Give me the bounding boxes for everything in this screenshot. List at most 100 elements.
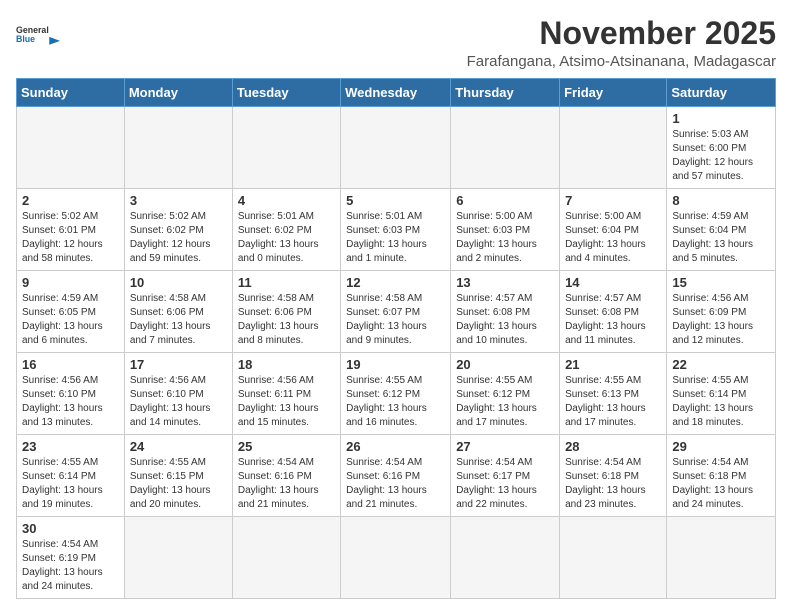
day-number: 19	[346, 357, 445, 372]
day-number: 4	[238, 193, 335, 208]
generalblue-logo: General Blue	[16, 16, 60, 52]
day-cell: 22 Sunrise: 4:55 AM Sunset: 6:14 PM Dayli…	[667, 353, 776, 435]
day-info: Sunrise: 4:54 AM Sunset: 6:18 PM Dayligh…	[672, 456, 770, 512]
day-number: 20	[456, 357, 554, 372]
logo: General Blue	[16, 16, 60, 52]
day-cell: 1Sunrise: 5:03 AM Sunset: 6:00 PM Daylig…	[667, 107, 776, 189]
day-cell: 19 Sunrise: 4:55 AM Sunset: 6:12 PM Dayli…	[341, 353, 451, 435]
location-title: Farafangana, Atsimo-Atsinanana, Madagasc…	[467, 53, 776, 70]
day-cell: 20 Sunrise: 4:55 AM Sunset: 6:12 PM Dayli…	[451, 353, 560, 435]
day-info: Sunrise: 5:00 AM Sunset: 6:03 PM Dayligh…	[456, 210, 554, 266]
day-info: Sunrise: 4:57 AM Sunset: 6:08 PM Dayligh…	[565, 292, 661, 348]
day-cell: 30Sunrise: 4:54 AM Sunset: 6:19 PM Dayli…	[17, 517, 125, 599]
week-row-3: 9Sunrise: 4:59 AM Sunset: 6:05 PM Daylig…	[17, 271, 776, 353]
day-cell: 6Sunrise: 5:00 AM Sunset: 6:03 PM Daylig…	[451, 189, 560, 271]
day-cell: 24Sunrise: 4:55 AM Sunset: 6:15 PM Dayli…	[124, 435, 232, 517]
day-number: 22	[672, 357, 770, 372]
day-number: 11	[238, 275, 335, 290]
day-info: Sunrise: 4:56 AM Sunset: 6:09 PM Dayligh…	[672, 292, 770, 348]
weekday-header-thursday: Thursday	[451, 79, 560, 107]
day-cell: 9Sunrise: 4:59 AM Sunset: 6:05 PM Daylig…	[17, 271, 125, 353]
day-cell: 13 Sunrise: 4:57 AM Sunset: 6:08 PM Dayli…	[451, 271, 560, 353]
title-area: November 2025 Farafangana, Atsimo-Atsina…	[467, 16, 776, 70]
week-row-1: 1Sunrise: 5:03 AM Sunset: 6:00 PM Daylig…	[17, 107, 776, 189]
day-cell	[341, 517, 451, 599]
week-row-2: 2 Sunrise: 5:02 AM Sunset: 6:01 PM Daylig…	[17, 189, 776, 271]
day-cell	[124, 107, 232, 189]
day-cell: 7 Sunrise: 5:00 AM Sunset: 6:04 PM Daylig…	[560, 189, 667, 271]
day-info: Sunrise: 4:56 AM Sunset: 6:10 PM Dayligh…	[22, 374, 119, 430]
day-cell: 25 Sunrise: 4:54 AM Sunset: 6:16 PM Dayli…	[232, 435, 340, 517]
day-number: 17	[130, 357, 227, 372]
day-cell: 5Sunrise: 5:01 AM Sunset: 6:03 PM Daylig…	[341, 189, 451, 271]
day-info: Sunrise: 5:02 AM Sunset: 6:01 PM Dayligh…	[22, 210, 119, 266]
day-cell: 27 Sunrise: 4:54 AM Sunset: 6:17 PM Dayli…	[451, 435, 560, 517]
day-info: Sunrise: 4:54 AM Sunset: 6:18 PM Dayligh…	[565, 456, 661, 512]
day-number: 3	[130, 193, 227, 208]
weekday-header-monday: Monday	[124, 79, 232, 107]
calendar-table: SundayMondayTuesdayWednesdayThursdayFrid…	[16, 78, 776, 599]
day-number: 27	[456, 439, 554, 454]
day-cell	[124, 517, 232, 599]
day-info: Sunrise: 5:00 AM Sunset: 6:04 PM Dayligh…	[565, 210, 661, 266]
day-cell: 11 Sunrise: 4:58 AM Sunset: 6:06 PM Dayli…	[232, 271, 340, 353]
day-cell	[341, 107, 451, 189]
day-info: Sunrise: 4:55 AM Sunset: 6:12 PM Dayligh…	[456, 374, 554, 430]
day-cell	[232, 107, 340, 189]
day-number: 1	[672, 111, 770, 126]
day-cell: 16Sunrise: 4:56 AM Sunset: 6:10 PM Dayli…	[17, 353, 125, 435]
weekday-header-tuesday: Tuesday	[232, 79, 340, 107]
day-number: 2	[22, 193, 119, 208]
day-cell	[232, 517, 340, 599]
day-info: Sunrise: 4:58 AM Sunset: 6:06 PM Dayligh…	[130, 292, 227, 348]
day-info: Sunrise: 4:56 AM Sunset: 6:10 PM Dayligh…	[130, 374, 227, 430]
day-number: 7	[565, 193, 661, 208]
day-number: 12	[346, 275, 445, 290]
day-cell: 4 Sunrise: 5:01 AM Sunset: 6:02 PM Daylig…	[232, 189, 340, 271]
day-info: Sunrise: 4:58 AM Sunset: 6:07 PM Dayligh…	[346, 292, 445, 348]
day-info: Sunrise: 4:54 AM Sunset: 6:16 PM Dayligh…	[238, 456, 335, 512]
day-cell: 2 Sunrise: 5:02 AM Sunset: 6:01 PM Daylig…	[17, 189, 125, 271]
day-number: 10	[130, 275, 227, 290]
day-cell: 18 Sunrise: 4:56 AM Sunset: 6:11 PM Dayli…	[232, 353, 340, 435]
week-row-5: 23 Sunrise: 4:55 AM Sunset: 6:14 PM Dayli…	[17, 435, 776, 517]
day-info: Sunrise: 4:54 AM Sunset: 6:17 PM Dayligh…	[456, 456, 554, 512]
day-cell	[667, 517, 776, 599]
day-number: 23	[22, 439, 119, 454]
day-info: Sunrise: 4:59 AM Sunset: 6:04 PM Dayligh…	[672, 210, 770, 266]
day-info: Sunrise: 5:01 AM Sunset: 6:02 PM Dayligh…	[238, 210, 335, 266]
day-cell: 10 Sunrise: 4:58 AM Sunset: 6:06 PM Dayli…	[124, 271, 232, 353]
day-cell: 14Sunrise: 4:57 AM Sunset: 6:08 PM Dayli…	[560, 271, 667, 353]
day-info: Sunrise: 4:54 AM Sunset: 6:16 PM Dayligh…	[346, 456, 445, 512]
day-cell: 15Sunrise: 4:56 AM Sunset: 6:09 PM Dayli…	[667, 271, 776, 353]
week-row-4: 16Sunrise: 4:56 AM Sunset: 6:10 PM Dayli…	[17, 353, 776, 435]
day-number: 26	[346, 439, 445, 454]
day-cell	[17, 107, 125, 189]
day-info: Sunrise: 4:57 AM Sunset: 6:08 PM Dayligh…	[456, 292, 554, 348]
day-info: Sunrise: 5:02 AM Sunset: 6:02 PM Dayligh…	[130, 210, 227, 266]
svg-text:Blue: Blue	[16, 34, 35, 44]
day-info: Sunrise: 4:55 AM Sunset: 6:14 PM Dayligh…	[22, 456, 119, 512]
day-number: 25	[238, 439, 335, 454]
day-info: Sunrise: 4:55 AM Sunset: 6:13 PM Dayligh…	[565, 374, 661, 430]
day-cell: 3 Sunrise: 5:02 AM Sunset: 6:02 PM Daylig…	[124, 189, 232, 271]
weekday-header-wednesday: Wednesday	[341, 79, 451, 107]
month-title: November 2025	[467, 16, 776, 51]
day-info: Sunrise: 4:55 AM Sunset: 6:14 PM Dayligh…	[672, 374, 770, 430]
day-info: Sunrise: 4:54 AM Sunset: 6:19 PM Dayligh…	[22, 538, 119, 594]
day-cell	[560, 517, 667, 599]
day-number: 18	[238, 357, 335, 372]
day-number: 28	[565, 439, 661, 454]
day-number: 13	[456, 275, 554, 290]
weekday-header-row: SundayMondayTuesdayWednesdayThursdayFrid…	[17, 79, 776, 107]
day-info: Sunrise: 4:58 AM Sunset: 6:06 PM Dayligh…	[238, 292, 335, 348]
day-info: Sunrise: 4:56 AM Sunset: 6:11 PM Dayligh…	[238, 374, 335, 430]
day-number: 5	[346, 193, 445, 208]
day-number: 29	[672, 439, 770, 454]
weekday-header-friday: Friday	[560, 79, 667, 107]
day-number: 8	[672, 193, 770, 208]
day-cell: 28 Sunrise: 4:54 AM Sunset: 6:18 PM Dayli…	[560, 435, 667, 517]
day-cell: 23 Sunrise: 4:55 AM Sunset: 6:14 PM Dayli…	[17, 435, 125, 517]
day-info: Sunrise: 4:55 AM Sunset: 6:12 PM Dayligh…	[346, 374, 445, 430]
day-number: 21	[565, 357, 661, 372]
